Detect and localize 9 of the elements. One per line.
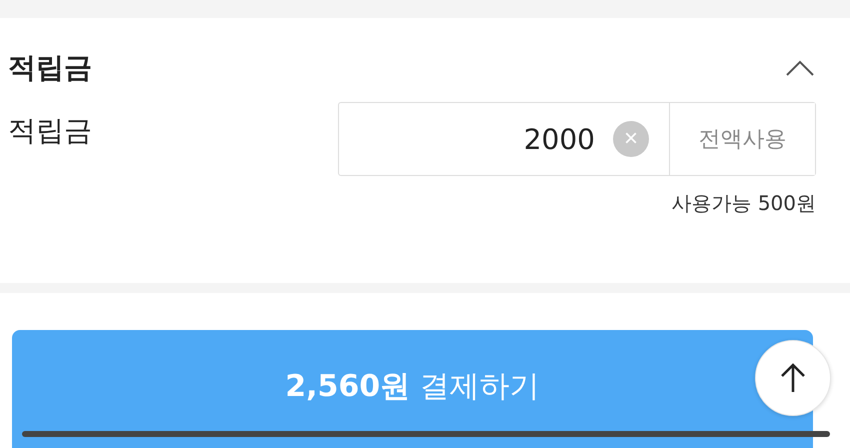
use-all-button[interactable]: 전액사용 bbox=[669, 103, 815, 175]
chevron-up-icon bbox=[784, 58, 816, 78]
collapse-toggle[interactable] bbox=[784, 58, 816, 78]
arrow-up-icon bbox=[780, 362, 806, 394]
available-points-note: 사용가능 500원 bbox=[671, 190, 816, 217]
pay-button[interactable]: 2,560원 결제하기 bbox=[12, 330, 813, 448]
section-title: 적립금 bbox=[8, 50, 92, 86]
points-input-field[interactable]: 2000 × 전액사용 bbox=[338, 102, 816, 176]
field-label: 적립금 bbox=[8, 113, 92, 149]
